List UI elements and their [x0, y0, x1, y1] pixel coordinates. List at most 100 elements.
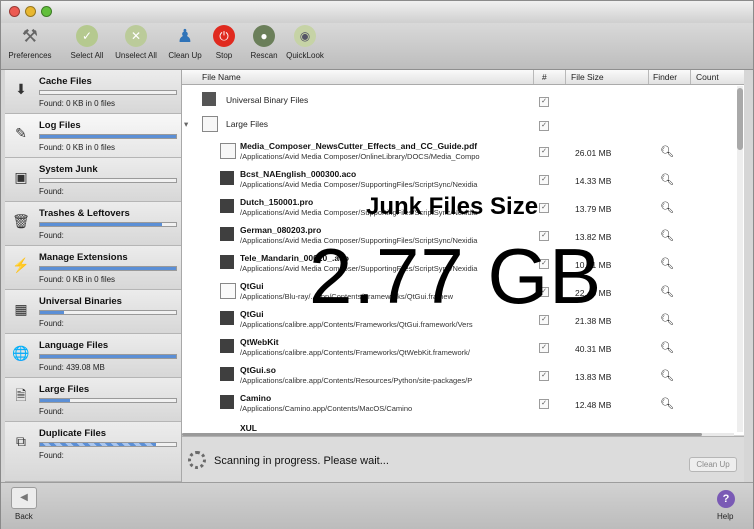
- file-icon: [220, 171, 234, 185]
- vertical-scrollbar[interactable]: [737, 86, 743, 432]
- sidebar-item-trashes[interactable]: 🗑 Trashes & Leftovers Found:: [5, 202, 181, 246]
- plug-icon: ⚡: [12, 256, 30, 273]
- file-size: 12.48 MB: [575, 400, 612, 410]
- trash-icon: 🗑: [12, 212, 30, 229]
- row-checkbox[interactable]: ✓: [539, 343, 549, 353]
- group-label: Universal Binary Files: [226, 95, 309, 105]
- sidebar-item-log-files[interactable]: ✎ Log Files Found: 0 KB in 0 files: [5, 114, 181, 158]
- table-row[interactable]: QtWebKit /Applications/calibre.app/Conte…: [182, 335, 734, 363]
- row-checkbox[interactable]: ✓: [539, 203, 549, 213]
- magnifier-icon[interactable]: 🔍︎: [660, 229, 674, 242]
- column-finder[interactable]: Finder: [653, 72, 677, 82]
- group-row-universal-binaries[interactable]: Universal Binary Files ✓: [182, 90, 734, 112]
- progress-bar: [39, 90, 177, 95]
- zoom-window-button[interactable]: [41, 6, 52, 17]
- globe-icon: ●: [253, 25, 275, 47]
- sidebar-item-system-junk[interactable]: ▣ System Junk Found:: [5, 158, 181, 202]
- stop-button[interactable]: ⏻ Stop: [209, 25, 239, 60]
- file-name: QtGui: [240, 281, 264, 291]
- file-icon: [220, 395, 234, 409]
- table-row[interactable]: Bcst_NAEnglish_000300.aco /Applications/…: [182, 167, 734, 195]
- column-file-name[interactable]: File Name: [202, 72, 241, 82]
- row-checkbox[interactable]: ✓: [539, 399, 549, 409]
- select-all-button[interactable]: ✓ Select All: [65, 25, 109, 60]
- found-text: Found:: [39, 319, 64, 328]
- sidebar-item-manage-extensions[interactable]: ⚡ Manage Extensions Found: 0 KB in 0 fil…: [5, 246, 181, 290]
- quicklook-label: QuickLook: [286, 51, 324, 60]
- scroll-thumb[interactable]: [737, 88, 743, 150]
- file-name: Camino: [240, 393, 272, 403]
- table-row-partial[interactable]: XUL: [182, 423, 734, 433]
- select-all-label: Select All: [70, 51, 104, 60]
- row-checkbox[interactable]: ✓: [539, 175, 549, 185]
- sidebar-item-language-files[interactable]: 🌐 Language Files Found: 439.08 MB: [5, 334, 181, 378]
- group-checkbox[interactable]: ✓: [539, 121, 549, 131]
- file-name: Media_Composer_NewsCutter_Effects_and_CC…: [240, 141, 478, 151]
- file-icon: [220, 311, 234, 325]
- column-check[interactable]: #: [542, 72, 547, 82]
- row-checkbox[interactable]: ✓: [539, 147, 549, 157]
- preferences-button[interactable]: ⚒ Preferences: [5, 25, 55, 61]
- magnifier-icon[interactable]: 🔍︎: [660, 173, 674, 186]
- table-row[interactable]: Camino /Applications/Camino.app/Contents…: [182, 391, 734, 419]
- magnifier-icon[interactable]: 🔍︎: [660, 201, 674, 214]
- magnifier-icon[interactable]: 🔍︎: [660, 257, 674, 270]
- sidebar-item-title: Language Files: [39, 340, 109, 351]
- clean-up-button-disabled[interactable]: Clean Up: [689, 457, 737, 472]
- sidebar-item-duplicate-files[interactable]: ⧉ Duplicate Files Found:: [5, 422, 181, 482]
- magnifier-icon[interactable]: 🔍︎: [660, 341, 674, 354]
- file-name: Bcst_NAEnglish_000300.aco: [240, 169, 357, 179]
- group-checkbox[interactable]: ✓: [539, 97, 549, 107]
- download-box-icon: ⬇: [15, 80, 27, 97]
- disclosure-triangle-icon[interactable]: ▾: [184, 119, 188, 130]
- found-text: Found:: [39, 407, 64, 416]
- file-icon: [220, 199, 234, 213]
- help-icon[interactable]: ?: [717, 490, 735, 508]
- progress-bar: [39, 266, 177, 271]
- found-text: Found: 0 KB in 0 files: [39, 143, 116, 152]
- table-row[interactable]: Media_Composer_NewsCutter_Effects_and_CC…: [182, 139, 734, 167]
- table-row[interactable]: QtGui.so /Applications/calibre.app/Conte…: [182, 363, 734, 391]
- row-checkbox[interactable]: ✓: [539, 371, 549, 381]
- duplicate-icon: ⧉: [16, 432, 26, 449]
- sidebar-item-large-files[interactable]: 🗎 Large Files Found:: [5, 378, 181, 422]
- file-name: QtWebKit: [240, 337, 279, 347]
- x-icon: ✕: [125, 25, 147, 47]
- file-size: 26.01 MB: [575, 148, 612, 158]
- back-button[interactable]: ◀: [11, 487, 37, 509]
- magnifier-icon[interactable]: 🔍︎: [660, 285, 674, 298]
- magnifier-icon[interactable]: 🔍︎: [660, 145, 674, 158]
- junk-size-label: Junk Files Size: [366, 193, 539, 220]
- magnifier-icon[interactable]: 🔍︎: [660, 397, 674, 410]
- sidebar-item-universal-binaries[interactable]: ▦ Universal Binaries Found:: [5, 290, 181, 334]
- found-text: Found: 0 KB in 0 files: [39, 275, 116, 284]
- back-label: Back: [15, 512, 33, 521]
- clean-up-label: Clean Up: [168, 51, 202, 60]
- progress-bar: [39, 354, 177, 359]
- preferences-label: Preferences: [8, 51, 52, 60]
- minimize-window-button[interactable]: [25, 6, 36, 17]
- column-divider: [565, 70, 566, 84]
- progress-bar: [39, 442, 177, 447]
- sidebar-item-title: Universal Binaries: [39, 296, 122, 307]
- file-path: /Applications/Avid Media Composer/Suppor…: [240, 180, 478, 189]
- eye-icon: ◉: [294, 25, 316, 47]
- clean-up-button[interactable]: ♟ Clean Up: [165, 25, 205, 61]
- progress-bar: [39, 310, 177, 315]
- close-window-button[interactable]: [9, 6, 20, 17]
- monitor-icon: ▣: [14, 168, 28, 185]
- toolbar: ⚒ Preferences ✓ Select All ✕ Unselect Al…: [1, 23, 753, 70]
- unselect-all-button[interactable]: ✕ Unselect All: [111, 25, 161, 60]
- column-count[interactable]: Count: [696, 72, 719, 82]
- magnifier-icon[interactable]: 🔍︎: [660, 313, 674, 326]
- rescan-button[interactable]: ● Rescan: [247, 25, 281, 60]
- magnifier-icon[interactable]: 🔍︎: [660, 369, 674, 382]
- sidebar-item-title: Large Files: [39, 384, 90, 395]
- sidebar-item-cache-files[interactable]: ⬇ Cache Files Found: 0 KB in 0 files: [5, 70, 181, 114]
- quicklook-button[interactable]: ◉ QuickLook: [283, 25, 327, 60]
- column-file-size[interactable]: File Size: [571, 72, 604, 82]
- file-path: /Applications/calibre.app/Contents/Resou…: [240, 376, 473, 385]
- file-icon: [220, 255, 234, 269]
- rescan-label: Rescan: [250, 51, 278, 60]
- group-row-large-files[interactable]: ▾ Large Files ✓: [182, 114, 734, 136]
